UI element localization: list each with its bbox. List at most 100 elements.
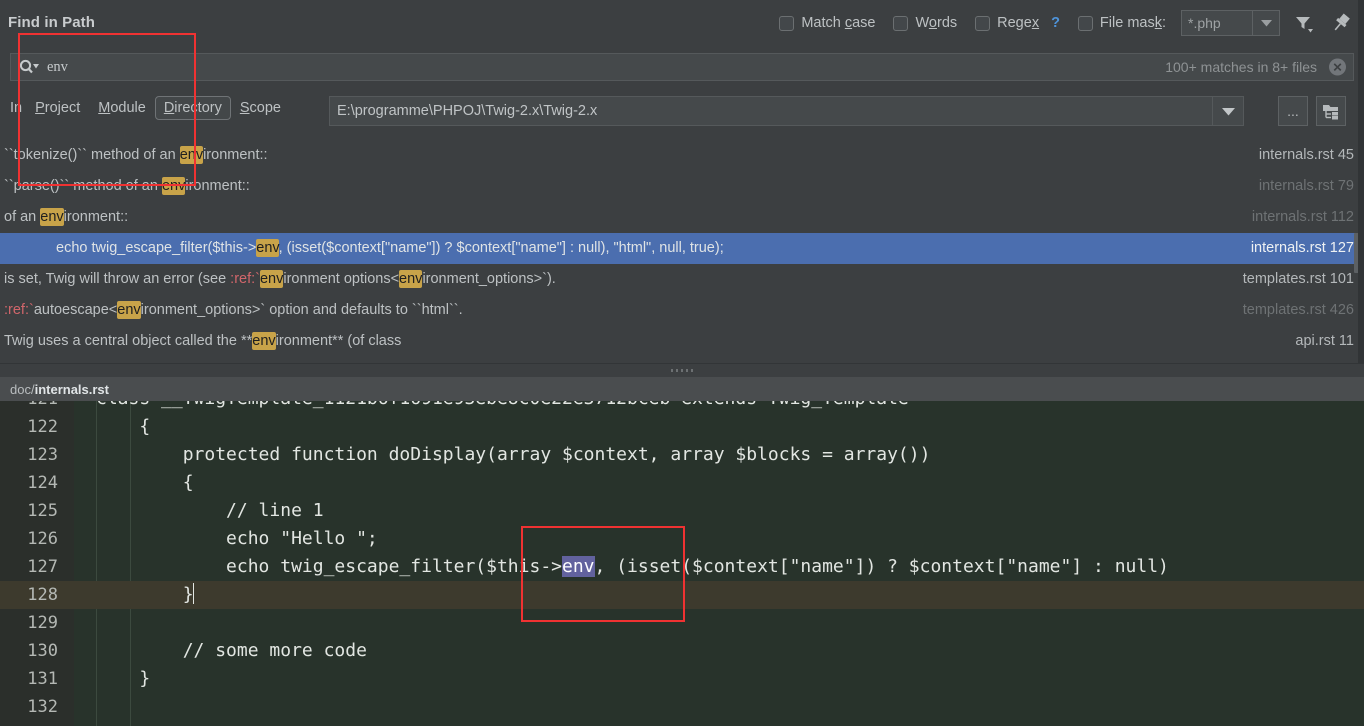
- directory-path-input[interactable]: E:\programme\PHPOJ\Twig-2.x\Twig-2.x: [329, 96, 1244, 126]
- line-number: 128: [0, 581, 58, 609]
- code-line[interactable]: 124 {: [0, 469, 1364, 497]
- words-checkbox-box[interactable]: [893, 16, 908, 31]
- pin-button[interactable]: [1326, 8, 1356, 38]
- match-count-label: 100+ matches in 8+ files: [1165, 59, 1317, 75]
- file-mask-dropdown-button[interactable]: [1253, 10, 1280, 36]
- code-line[interactable]: 132: [0, 693, 1364, 721]
- file-mask-combo[interactable]: *.php: [1181, 10, 1280, 36]
- breadcrumb-path: doc/internals.rst: [10, 382, 109, 397]
- top-toolbar: Find in Path Match case Words Regex ? Fi…: [0, 0, 1364, 46]
- filter-button[interactable]: [1288, 8, 1318, 38]
- match-case-checkbox-box[interactable]: [779, 16, 794, 31]
- editor-selection-highlight: env: [562, 556, 595, 577]
- result-row[interactable]: ``parse()`` method of an environment::in…: [0, 171, 1364, 202]
- result-match-highlight: env: [162, 177, 185, 195]
- search-results-list[interactable]: ``tokenize()`` method of an environment:…: [0, 140, 1364, 363]
- chevron-down-icon: [1261, 19, 1272, 27]
- file-mask-checkbox-box[interactable]: [1078, 16, 1093, 31]
- code-line[interactable]: 131 }: [0, 665, 1364, 693]
- result-ref-token: :ref:`: [4, 302, 34, 318]
- splitter-grip-icon: [671, 369, 693, 372]
- code-line[interactable]: 126 echo "Hello ";: [0, 525, 1364, 553]
- result-row-file: internals.rst 127: [1251, 233, 1354, 264]
- line-number: 125: [0, 497, 58, 525]
- code-line[interactable]: 121 class __TwigTemplate_1121b6f1691e93eb…: [0, 401, 1364, 413]
- search-input[interactable]: env 100+ matches in 8+ files ✕: [10, 53, 1354, 81]
- code-text: echo "Hello ";: [96, 525, 378, 553]
- line-number: 130: [0, 637, 58, 665]
- code-text: }: [96, 665, 150, 693]
- search-icon[interactable]: [19, 59, 39, 75]
- result-match-highlight: env: [40, 208, 63, 226]
- clear-search-button[interactable]: ✕: [1329, 59, 1346, 76]
- result-row[interactable]: :ref:`autoescape<environment_options>` o…: [0, 295, 1364, 326]
- result-row-file: internals.rst 112: [1252, 202, 1354, 233]
- result-row[interactable]: of an environment::internals.rst 112: [0, 202, 1364, 233]
- result-match-highlight: env: [399, 270, 422, 288]
- result-row-file: internals.rst 45: [1259, 140, 1354, 171]
- code-line[interactable]: 125 // line 1: [0, 497, 1364, 525]
- code-segment: echo "Hello ";: [96, 528, 378, 549]
- code-preview-editor[interactable]: 121 class __TwigTemplate_1121b6f1691e93eb…: [0, 401, 1364, 726]
- code-line[interactable]: 128 }: [0, 581, 1364, 609]
- scope-tab-directory[interactable]: Directory: [155, 96, 231, 120]
- text-caret: [193, 583, 194, 604]
- result-row[interactable]: echo twig_escape_filter($this->env, (iss…: [0, 233, 1364, 264]
- code-text: class __TwigTemplate_1121b6f1691e93ebe8c…: [96, 401, 909, 413]
- search-query-text[interactable]: env: [47, 59, 68, 76]
- scope-tab-module[interactable]: Module: [89, 96, 155, 120]
- code-segment: {: [96, 472, 194, 493]
- project-tree-button[interactable]: [1316, 96, 1346, 126]
- result-text-segment: ``tokenize()`` method of an: [4, 147, 180, 163]
- result-row-text: of an environment::: [4, 202, 128, 233]
- result-text-segment: ironment::: [64, 209, 128, 225]
- result-match-highlight: env: [180, 146, 203, 164]
- browse-directory-button[interactable]: ...: [1278, 96, 1308, 126]
- breadcrumb[interactable]: doc/internals.rst: [0, 377, 1364, 401]
- result-row-file: templates.rst 426: [1243, 295, 1354, 326]
- regex-help-link[interactable]: ?: [1051, 15, 1060, 31]
- find-in-path-window: Find in Path Match case Words Regex ? Fi…: [0, 0, 1364, 726]
- code-line[interactable]: 129: [0, 609, 1364, 637]
- code-segment: }: [96, 668, 150, 689]
- match-case-checkbox[interactable]: Match case: [779, 15, 875, 31]
- line-number: 129: [0, 609, 58, 637]
- file-mask-input[interactable]: *.php: [1181, 10, 1253, 36]
- code-segment: echo twig_escape_filter($this->: [96, 556, 562, 577]
- code-segment: }: [96, 584, 194, 605]
- regex-checkbox-box[interactable]: [975, 16, 990, 31]
- result-row[interactable]: is set, Twig will throw an error (see :r…: [0, 264, 1364, 295]
- result-row[interactable]: Twig uses a central object called the **…: [0, 326, 1364, 357]
- result-match-highlight: env: [256, 239, 278, 257]
- close-icon: ✕: [1332, 61, 1342, 73]
- folder-tree-icon: [1322, 103, 1341, 120]
- code-line[interactable]: 127 echo twig_escape_filter($this->env, …: [0, 553, 1364, 581]
- words-checkbox[interactable]: Words: [893, 15, 957, 31]
- directory-path-dropdown-button[interactable]: [1212, 97, 1243, 125]
- search-magnifier-icon: [19, 59, 39, 75]
- code-line[interactable]: 130 // some more code: [0, 637, 1364, 665]
- code-line[interactable]: 122 {: [0, 413, 1364, 441]
- code-segment: class __TwigTemplate_1121b6f1691e93ebe8c…: [96, 401, 909, 409]
- result-text-segment: of an: [4, 209, 40, 225]
- line-number: 126: [0, 525, 58, 553]
- line-number: 127: [0, 553, 58, 581]
- line-number: 124: [0, 469, 58, 497]
- result-text-segment: autoescape<: [34, 302, 117, 318]
- scope-tab-project[interactable]: Project: [26, 96, 89, 120]
- code-line[interactable]: 123 protected function doDisplay(array $…: [0, 441, 1364, 469]
- scope-prefix-label: In: [10, 100, 22, 116]
- result-text-segment: ironment_options>`).: [422, 271, 555, 287]
- result-row-text: ``parse()`` method of an environment::: [4, 171, 250, 202]
- result-ref-token: :ref:`: [230, 271, 260, 287]
- result-match-highlight: env: [117, 301, 140, 319]
- window-right-edge: [1358, 0, 1364, 363]
- line-number: 121: [0, 401, 58, 413]
- result-text-segment: is set, Twig will throw an error (see: [4, 271, 230, 287]
- preview-splitter[interactable]: [0, 363, 1364, 378]
- file-mask-checkbox[interactable]: File mask: *.php: [1078, 10, 1280, 36]
- result-row[interactable]: ``tokenize()`` method of an environment:…: [0, 140, 1364, 171]
- regex-checkbox[interactable]: Regex ?: [975, 15, 1060, 31]
- pin-icon: [1330, 12, 1352, 34]
- scope-tab-scope[interactable]: Scope: [231, 96, 290, 120]
